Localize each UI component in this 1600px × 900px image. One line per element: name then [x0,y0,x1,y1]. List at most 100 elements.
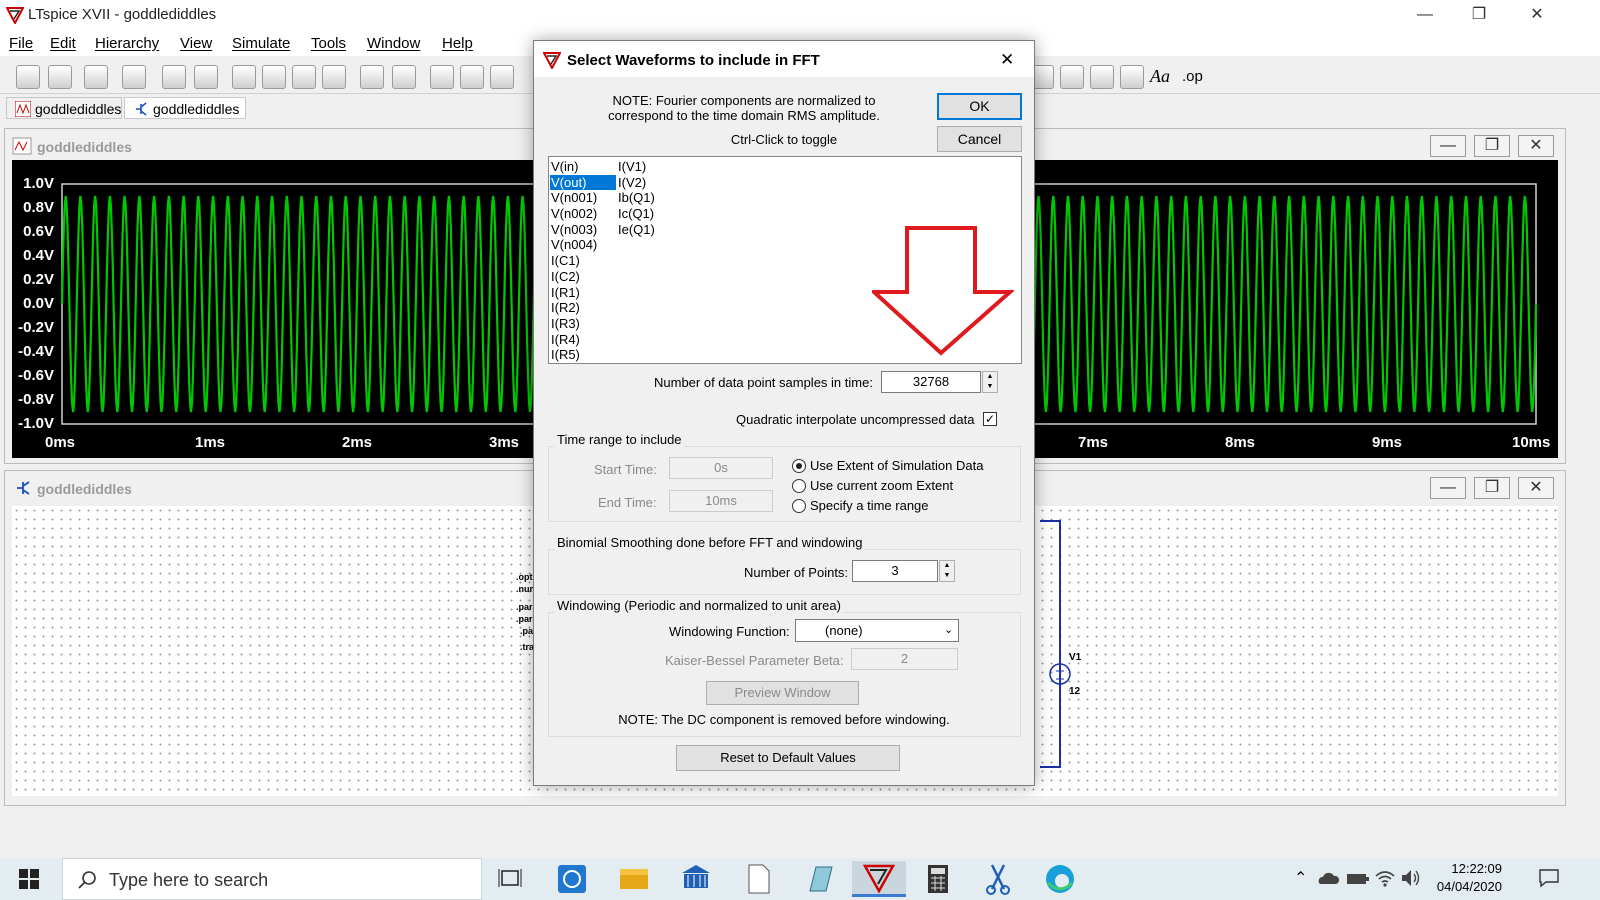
plot-maximize-button[interactable]: ❐ [1474,135,1510,157]
samples-spinner[interactable]: ▲ ▼ [982,371,998,393]
tile-vertical-icon[interactable] [490,65,514,89]
waveform-list-item[interactable]: V(out) [550,174,616,191]
ltspice-taskbar-icon[interactable] [852,861,906,897]
zoom-out-icon[interactable] [292,65,316,89]
waveform-list-item[interactable]: I(C1) [550,253,616,269]
close-button[interactable]: ✕ [1514,0,1560,30]
radio-use-extent-label[interactable]: Use Extent of Simulation Data [810,458,983,473]
restore-button[interactable]: ❐ [1456,0,1502,30]
waveform-list-item[interactable]: V(n001) [550,190,616,206]
menu-tools[interactable]: Tools [311,35,346,52]
waveform-list-item[interactable]: I(R3) [550,316,616,332]
cloud-icon[interactable] [1316,870,1340,886]
ok-button[interactable]: OK [937,93,1022,120]
autorange-icon[interactable] [360,65,384,89]
radio-zoom-extent[interactable] [792,479,806,493]
menu-simulate[interactable]: Simulate [232,35,290,52]
text-icon[interactable]: Aa [1150,66,1170,87]
notification-icon[interactable] [1538,868,1560,888]
document-icon[interactable] [734,861,782,897]
cancel-button[interactable]: Cancel [937,126,1022,152]
plot-close-button[interactable]: ✕ [1518,135,1554,157]
waveform-list-item[interactable]: I(R1) [550,285,616,301]
preview-window-button[interactable]: Preview Window [706,681,859,705]
cascade-icon[interactable] [460,65,484,89]
waveform-list[interactable]: V(in) V(out) V(n001) V(n002) V(n003) V(n004) I… [548,156,1022,364]
schematic-close-button[interactable]: ✕ [1518,477,1554,499]
waveform-list-item[interactable]: I(C2) [550,269,616,285]
notepad-icon[interactable] [796,861,844,897]
waveform-list-item[interactable]: I(V2) [617,175,683,191]
open-folder-icon[interactable] [48,65,72,89]
waveform-list-item[interactable]: V(in) [550,159,616,175]
kaiser-beta-input[interactable]: 2 [851,648,958,670]
run-man-icon[interactable] [162,65,186,89]
menu-edit[interactable]: Edit [50,35,76,52]
task-view-icon[interactable] [486,861,534,897]
sync-app-icon[interactable] [548,861,596,897]
control-panel-icon[interactable] [122,65,146,89]
clock-date[interactable]: 04/04/2020 [1422,879,1502,894]
zoom-full-icon[interactable] [262,65,286,89]
file-explorer-icon[interactable] [610,861,658,897]
waveform-list-item[interactable]: Ic(Q1) [617,206,683,222]
menu-file[interactable]: File [9,35,33,52]
schematic-minimize-button[interactable]: — [1430,477,1466,499]
dialog-close-icon[interactable]: ✕ [1000,50,1014,70]
radio-specify-range-label[interactable]: Specify a time range [810,498,929,513]
voltage-source-symbol[interactable] [1047,661,1073,687]
windowing-function-value: (none) [825,623,863,638]
redo-icon[interactable] [1060,65,1084,89]
plot-minimize-button[interactable]: — [1430,135,1466,157]
save-icon[interactable] [84,65,108,89]
waveform-list-item[interactable]: V(n002) [550,206,616,222]
wifi-icon[interactable] [1374,868,1396,888]
tile-horizontal-icon[interactable] [430,65,454,89]
points-input[interactable]: 3 [852,560,938,582]
bank-icon[interactable] [672,861,720,897]
radio-zoom-extent-label[interactable]: Use current zoom Extent [810,478,953,493]
waveform-list-item[interactable]: V(n004) [550,237,616,253]
windowing-function-select[interactable]: (none) ⌄ [795,619,959,642]
spice-directive-icon[interactable]: .op [1182,68,1203,85]
waveform-list-item[interactable]: Ie(Q1) [617,222,683,238]
zoom-in-icon[interactable] [232,65,256,89]
battery-icon[interactable] [1346,872,1370,886]
pan-hand-icon[interactable] [194,65,218,89]
schematic-maximize-button[interactable]: ❐ [1474,477,1510,499]
end-time-input[interactable]: 10ms [669,490,773,512]
menu-window[interactable]: Window [367,35,420,52]
quadratic-checkbox[interactable]: ✓ [983,412,997,426]
tab-waveform[interactable]: goddlediddles [6,97,122,119]
grid-icon[interactable] [392,65,416,89]
radio-specify-range[interactable] [792,499,806,513]
menu-view[interactable]: View [180,35,212,52]
chevron-up-icon[interactable]: ⌃ [1294,868,1307,888]
clock-time[interactable]: 12:22:09 [1432,861,1502,876]
volume-icon[interactable] [1400,868,1422,888]
edge-browser-icon[interactable] [1036,861,1084,897]
radio-use-extent[interactable] [792,459,806,473]
minimize-button[interactable]: — [1402,0,1448,30]
waveform-list-item[interactable]: V(n003) [550,222,616,238]
points-spinner[interactable]: ▲ ▼ [939,560,955,582]
menu-hierarchy[interactable]: Hierarchy [95,35,159,52]
zoom-cancel-icon[interactable] [322,65,346,89]
waveform-list-item[interactable]: I(R5) [550,347,616,363]
run-icon[interactable] [16,65,40,89]
waveform-list-item[interactable]: I(V1) [617,159,683,175]
snipping-tool-icon[interactable] [974,861,1022,897]
start-time-input[interactable]: 0s [669,457,773,479]
rotate-icon[interactable] [1090,65,1114,89]
calculator-icon[interactable] [914,861,962,897]
reset-defaults-button[interactable]: Reset to Default Values [676,745,900,771]
tab-schematic[interactable]: goddlediddles [124,97,246,119]
menu-help[interactable]: Help [442,35,473,52]
waveform-list-item[interactable]: Ib(Q1) [617,190,683,206]
waveform-list-item[interactable]: I(R4) [550,332,616,348]
taskbar-search-box[interactable]: Type here to search [62,858,482,900]
mirror-icon[interactable] [1120,65,1144,89]
samples-input[interactable]: 32768 [881,371,981,393]
windows-start-icon[interactable] [19,869,39,889]
waveform-list-item[interactable]: I(R2) [550,300,616,316]
